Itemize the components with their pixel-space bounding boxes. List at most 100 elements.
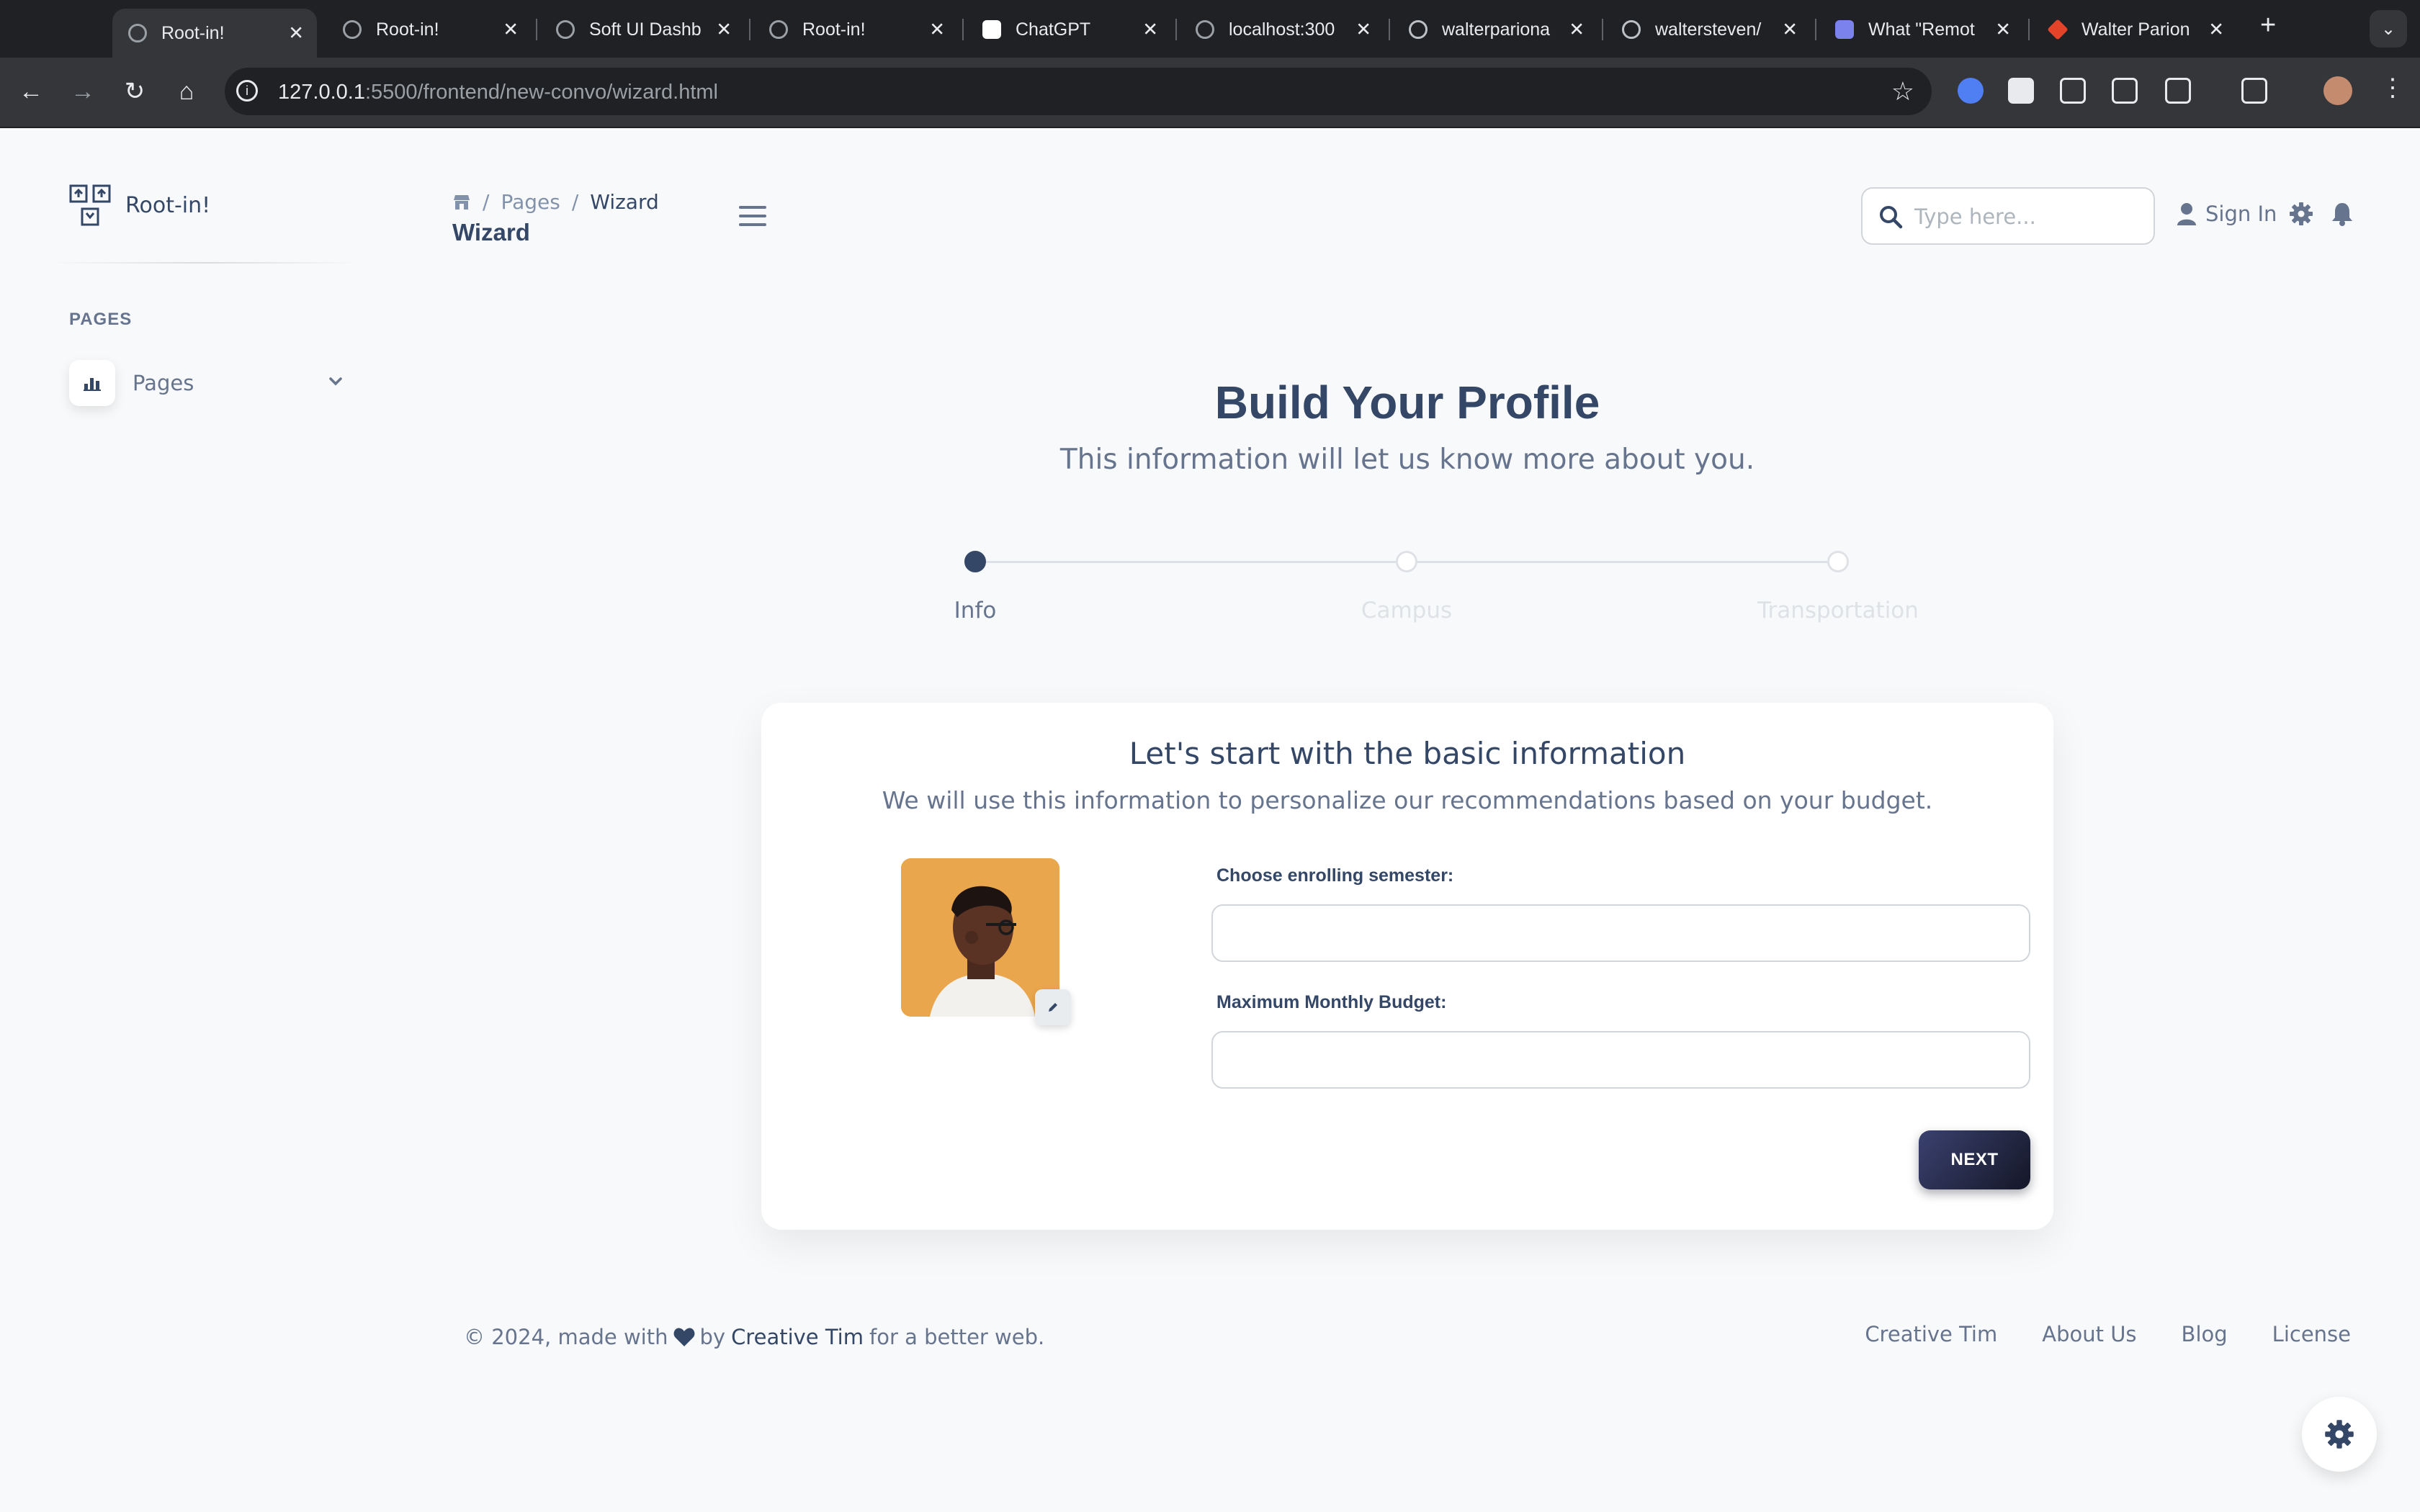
- chatgpt-icon: [982, 20, 1001, 39]
- browser-tab[interactable]: What "Remot ✕: [1819, 9, 2024, 50]
- step-dot-transportation[interactable]: [1827, 551, 1849, 572]
- bookmark-star-icon[interactable]: ☆: [1891, 76, 1914, 107]
- close-tab-icon[interactable]: ✕: [1569, 19, 1585, 41]
- close-tab-icon[interactable]: ✕: [2208, 19, 2224, 41]
- tab-separator: [1602, 19, 1603, 40]
- wizard-stepper: [964, 551, 1849, 572]
- extension-icon[interactable]: [2060, 78, 2086, 104]
- breadcrumb-separator: /: [483, 190, 490, 214]
- profile-avatar[interactable]: [2323, 76, 2352, 105]
- tab-title: Walter Parion: [2081, 19, 2190, 40]
- footer-copyright: © 2024, made with by Creative Tim for a …: [464, 1325, 1044, 1349]
- step-label-campus[interactable]: Campus: [1299, 598, 1515, 624]
- browser-tab[interactable]: Root-in! ✕: [112, 9, 317, 58]
- address-bar[interactable]: i 127.0.0.1:5500/frontend/new-convo/wiza…: [225, 68, 1932, 115]
- step-label-info[interactable]: Info: [867, 598, 1083, 624]
- extension-icon[interactable]: [2008, 78, 2034, 104]
- new-tab-icon[interactable]: +: [2260, 10, 2276, 41]
- home-icon[interactable]: ⌂: [169, 73, 205, 109]
- brand-name[interactable]: Root-in!: [125, 193, 210, 218]
- reading-list-icon[interactable]: [2241, 78, 2267, 104]
- wizard-card: Let's start with the basic information W…: [761, 703, 2053, 1230]
- close-tab-icon[interactable]: ✕: [503, 19, 519, 41]
- reload-icon[interactable]: ↻: [117, 73, 153, 109]
- close-tab-icon[interactable]: ✕: [288, 22, 304, 45]
- sign-in-link[interactable]: Sign In: [2177, 202, 2277, 226]
- footer-link-blog[interactable]: Blog: [2182, 1322, 2228, 1346]
- footer-link-creative-tim[interactable]: Creative Tim: [1865, 1322, 1997, 1346]
- card-subtitle: We will use this information to personal…: [882, 786, 1933, 814]
- step-dot-campus[interactable]: [1396, 551, 1417, 572]
- next-button[interactable]: NEXT: [1919, 1130, 2030, 1189]
- footer-prefix: © 2024, made with: [464, 1325, 668, 1349]
- extension-icon[interactable]: [2112, 78, 2138, 104]
- browser-menu-icon[interactable]: ⋮: [2380, 73, 2405, 102]
- menu-toggle-icon[interactable]: [739, 206, 766, 232]
- tab-title: ChatGPT: [1016, 19, 1091, 40]
- shop-icon[interactable]: [452, 194, 471, 211]
- browser-tab[interactable]: waltersteven/ ✕: [1606, 9, 1811, 50]
- notification-bell-icon[interactable]: [2331, 202, 2354, 226]
- globe-icon: [343, 20, 362, 39]
- extensions-puzzle-icon[interactable]: [2165, 78, 2191, 104]
- hero-subtitle: This information will let us know more a…: [1059, 444, 1755, 476]
- browser-tab[interactable]: Root-in! ✕: [753, 9, 958, 50]
- logo-icon[interactable]: [69, 184, 111, 226]
- github-icon: [1409, 20, 1428, 39]
- tab-title: What "Remot: [1868, 19, 1975, 40]
- close-tab-icon[interactable]: ✕: [1142, 19, 1158, 41]
- breadcrumb-pages[interactable]: Pages: [501, 190, 560, 214]
- close-tab-icon[interactable]: ✕: [1995, 19, 2011, 41]
- browser-tab[interactable]: localhost:300 ✕: [1180, 9, 1384, 50]
- tab-title: localhost:300: [1229, 19, 1335, 40]
- tab-title: Root-in!: [802, 19, 866, 40]
- footer-author-link[interactable]: Creative Tim: [731, 1325, 864, 1349]
- globe-icon: [769, 20, 788, 39]
- app-icon: [1835, 20, 1854, 39]
- footer-links: Creative Tim About Us Blog License: [1820, 1322, 2351, 1346]
- site-info-icon[interactable]: i: [236, 80, 258, 102]
- close-tab-icon[interactable]: ✕: [1355, 19, 1371, 41]
- settings-gear-icon: [2325, 1420, 2354, 1449]
- step-label-transportation[interactable]: Transportation: [1730, 598, 1946, 624]
- tab-separator: [1175, 19, 1177, 40]
- close-tab-icon[interactable]: ✕: [929, 19, 945, 41]
- password-manager-icon[interactable]: [1958, 78, 1984, 104]
- browser-tab[interactable]: ChatGPT ✕: [967, 9, 1171, 50]
- browser-tab[interactable]: Soft UI Dashb ✕: [540, 9, 745, 50]
- tab-title: Root-in!: [161, 22, 225, 43]
- back-icon[interactable]: ←: [13, 73, 49, 109]
- browser-toolbar: ← → ↻ ⌂ i 127.0.0.1:5500/frontend/new-co…: [0, 58, 2420, 128]
- tab-separator: [1815, 19, 1816, 40]
- browser-tab[interactable]: walterpariona ✕: [1393, 9, 1597, 50]
- close-tab-icon[interactable]: ✕: [1782, 19, 1798, 41]
- globe-icon: [556, 20, 575, 39]
- search-icon: [1880, 206, 1903, 229]
- browser-tab[interactable]: Root-in! ✕: [327, 9, 532, 50]
- semester-input[interactable]: [1211, 904, 2030, 962]
- footer-link-license[interactable]: License: [2272, 1322, 2351, 1346]
- step-dot-info[interactable]: [964, 551, 986, 572]
- sidebar: Root-in! PAGES Pages: [0, 127, 375, 1512]
- search-input[interactable]: [1913, 200, 2146, 233]
- configurator-button[interactable]: [2302, 1397, 2377, 1472]
- close-tab-icon[interactable]: ✕: [716, 19, 732, 41]
- browser-tab[interactable]: Walter Parion ✕: [2033, 9, 2237, 50]
- tab-separator: [2028, 19, 2030, 40]
- card-title: Let's start with the basic information: [1129, 736, 1686, 771]
- footer-link-about-us[interactable]: About Us: [2042, 1322, 2136, 1346]
- globe-icon: [1196, 20, 1214, 39]
- browser-tab-bar: Root-in! ✕ Root-in! ✕ Soft UI Dashb ✕ Ro…: [0, 0, 2420, 58]
- user-icon: [2177, 203, 2196, 225]
- sign-in-label: Sign In: [2205, 202, 2277, 226]
- github-icon: [1622, 20, 1641, 39]
- tab-search-icon[interactable]: ⌄: [2370, 10, 2407, 48]
- tab-separator: [1389, 19, 1390, 40]
- tab-separator: [749, 19, 750, 40]
- edit-photo-button[interactable]: [1035, 989, 1071, 1025]
- app: Root-in! PAGES Pages / Pages / Wizard Wi…: [0, 127, 2420, 1512]
- page-title: Wizard: [452, 219, 530, 246]
- forward-icon[interactable]: →: [65, 73, 101, 109]
- budget-input[interactable]: [1211, 1031, 2030, 1089]
- settings-gear-icon[interactable]: [2289, 202, 2313, 226]
